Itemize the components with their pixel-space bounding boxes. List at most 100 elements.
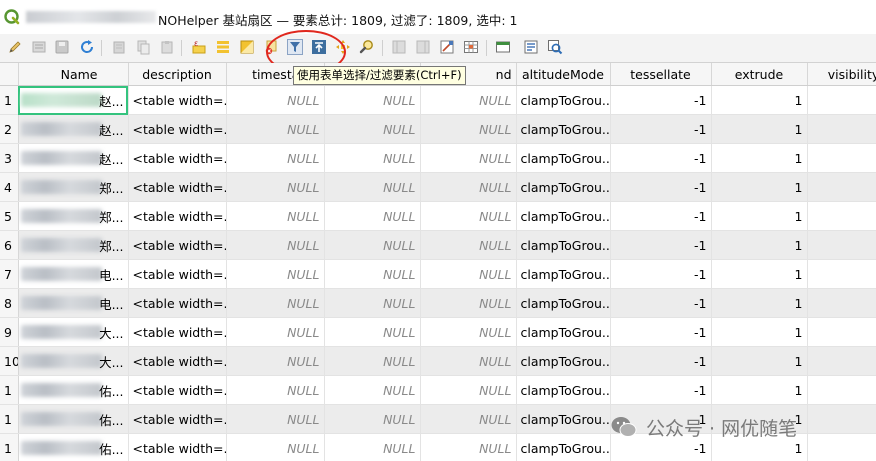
row-number[interactable]: 1	[0, 404, 19, 434]
cell-timestamp[interactable]: NULL	[226, 317, 325, 347]
cell-description[interactable]: <table width=...	[128, 433, 227, 461]
cell-visibility[interactable]	[807, 375, 876, 405]
cell-name[interactable]: 郑...	[18, 230, 129, 260]
zoom-to-selected-icon[interactable]	[358, 38, 376, 56]
cell-timestamp[interactable]: NULL	[226, 433, 325, 461]
cell-hidden[interactable]: NULL	[324, 375, 421, 405]
cell-tessellate[interactable]: -1	[610, 85, 712, 115]
cell-timestamp[interactable]: NULL	[226, 288, 325, 318]
delete-field-icon[interactable]	[414, 38, 432, 56]
cell-end[interactable]: NULL	[420, 114, 517, 144]
paste-icon[interactable]	[158, 38, 176, 56]
row-number[interactable]: 6	[0, 230, 19, 260]
delete-icon[interactable]	[110, 38, 128, 56]
row-number[interactable]: 8	[0, 288, 19, 318]
cell-visibility[interactable]	[807, 404, 876, 434]
cell-end[interactable]: NULL	[420, 85, 517, 115]
row-number[interactable]: 10	[0, 346, 19, 376]
cell-altitudemode[interactable]: clampToGrou...	[516, 85, 611, 115]
cell-altitudemode[interactable]: clampToGrou...	[516, 143, 611, 173]
cell-tessellate[interactable]: -1	[610, 201, 712, 231]
cell-tessellate[interactable]: -1	[610, 114, 712, 144]
column-header-tessellate[interactable]: tessellate	[610, 63, 712, 86]
cell-extrude[interactable]: 1	[711, 259, 808, 289]
cell-timestamp[interactable]: NULL	[226, 114, 325, 144]
cell-visibility[interactable]	[807, 317, 876, 347]
cell-name[interactable]: 佑...	[18, 375, 129, 405]
cell-timestamp[interactable]: NULL	[226, 404, 325, 434]
cell-altitudemode[interactable]: clampToGrou...	[516, 375, 611, 405]
cell-visibility[interactable]	[807, 172, 876, 202]
cell-altitudemode[interactable]: clampToGrou...	[516, 172, 611, 202]
cell-tessellate[interactable]: -1	[610, 230, 712, 260]
cell-tessellate[interactable]: -1	[610, 317, 712, 347]
cell-end[interactable]: NULL	[420, 201, 517, 231]
cell-hidden[interactable]: NULL	[324, 114, 421, 144]
cell-description[interactable]: <table width=...	[128, 201, 227, 231]
cell-extrude[interactable]: 1	[711, 143, 808, 173]
cell-hidden[interactable]: NULL	[324, 85, 421, 115]
cell-description[interactable]: <table width=...	[128, 404, 227, 434]
cell-description[interactable]: <table width=...	[128, 317, 227, 347]
cell-extrude[interactable]: 1	[711, 172, 808, 202]
cell-extrude[interactable]: 1	[711, 201, 808, 231]
cell-name[interactable]: 赵...	[18, 114, 129, 144]
new-field-icon[interactable]	[390, 38, 408, 56]
cell-description[interactable]: <table width=...	[128, 259, 227, 289]
cell-hidden[interactable]: NULL	[324, 404, 421, 434]
cell-name[interactable]: 郑...	[18, 172, 129, 202]
cell-end[interactable]: NULL	[420, 317, 517, 347]
cell-visibility[interactable]	[807, 259, 876, 289]
row-number[interactable]: 5	[0, 201, 19, 231]
row-number[interactable]: 1	[0, 85, 19, 115]
save-icon[interactable]	[53, 38, 71, 56]
cell-tessellate[interactable]: -1	[610, 172, 712, 202]
refresh-icon[interactable]	[78, 38, 96, 56]
identify-icon[interactable]	[546, 38, 564, 56]
table-row[interactable]: 5 郑... <table width=... NULL NULL NULL clampTo…	[0, 201, 876, 231]
cell-altitudemode[interactable]: clampToGrou...	[516, 433, 611, 461]
cell-hidden[interactable]: NULL	[324, 346, 421, 376]
row-number[interactable]: 1	[0, 433, 19, 461]
cell-hidden[interactable]: NULL	[324, 288, 421, 318]
cell-hidden[interactable]: NULL	[324, 201, 421, 231]
column-header-extrude[interactable]: extrude	[711, 63, 808, 86]
pencil-icon[interactable]	[6, 38, 24, 56]
cell-extrude[interactable]: 1	[711, 375, 808, 405]
cell-altitudemode[interactable]: clampToGrou...	[516, 201, 611, 231]
cell-tessellate[interactable]: -1	[610, 259, 712, 289]
cell-description[interactable]: <table width=...	[128, 230, 227, 260]
cell-name[interactable]: 大...	[18, 346, 129, 376]
table-row[interactable]: 4 郑... <table width=... NULL NULL NULL clampTo…	[0, 172, 876, 202]
cell-hidden[interactable]: NULL	[324, 317, 421, 347]
cell-description[interactable]: <table width=...	[128, 114, 227, 144]
cell-description[interactable]: <table width=...	[128, 346, 227, 376]
cell-tessellate[interactable]: -1	[610, 346, 712, 376]
row-number[interactable]: 4	[0, 172, 19, 202]
cell-altitudemode[interactable]: clampToGrou...	[516, 230, 611, 260]
multi-edit-icon[interactable]	[30, 38, 48, 56]
cell-timestamp[interactable]: NULL	[226, 143, 325, 173]
cell-name[interactable]: 电...	[18, 288, 129, 318]
row-number[interactable]: 1	[0, 375, 19, 405]
cell-hidden[interactable]: NULL	[324, 433, 421, 461]
cell-visibility[interactable]	[807, 201, 876, 231]
table-row[interactable]: 3 赵... <table width=... NULL NULL NULL clampTo…	[0, 143, 876, 173]
table-row[interactable]: 9 大... <table width=... NULL NULL NULL clampTo…	[0, 317, 876, 347]
cell-tessellate[interactable]: -1	[610, 143, 712, 173]
cell-timestamp[interactable]: NULL	[226, 259, 325, 289]
expression-select-icon[interactable]: ε	[190, 38, 208, 56]
cell-visibility[interactable]	[807, 114, 876, 144]
cell-altitudemode[interactable]: clampToGrou...	[516, 404, 611, 434]
cell-description[interactable]: <table width=...	[128, 143, 227, 173]
cell-timestamp[interactable]: NULL	[226, 172, 325, 202]
column-header-visibility[interactable]: visibility	[807, 63, 876, 86]
column-header-name[interactable]: Name	[18, 63, 129, 86]
cell-timestamp[interactable]: NULL	[226, 346, 325, 376]
cell-end[interactable]: NULL	[420, 230, 517, 260]
cell-hidden[interactable]: NULL	[324, 259, 421, 289]
cell-end[interactable]: NULL	[420, 433, 517, 461]
cell-visibility[interactable]	[807, 143, 876, 173]
table-row[interactable]: 1 佑... <table width=... NULL NULL NULL clampTo…	[0, 375, 876, 405]
cell-altitudemode[interactable]: clampToGrou...	[516, 317, 611, 347]
